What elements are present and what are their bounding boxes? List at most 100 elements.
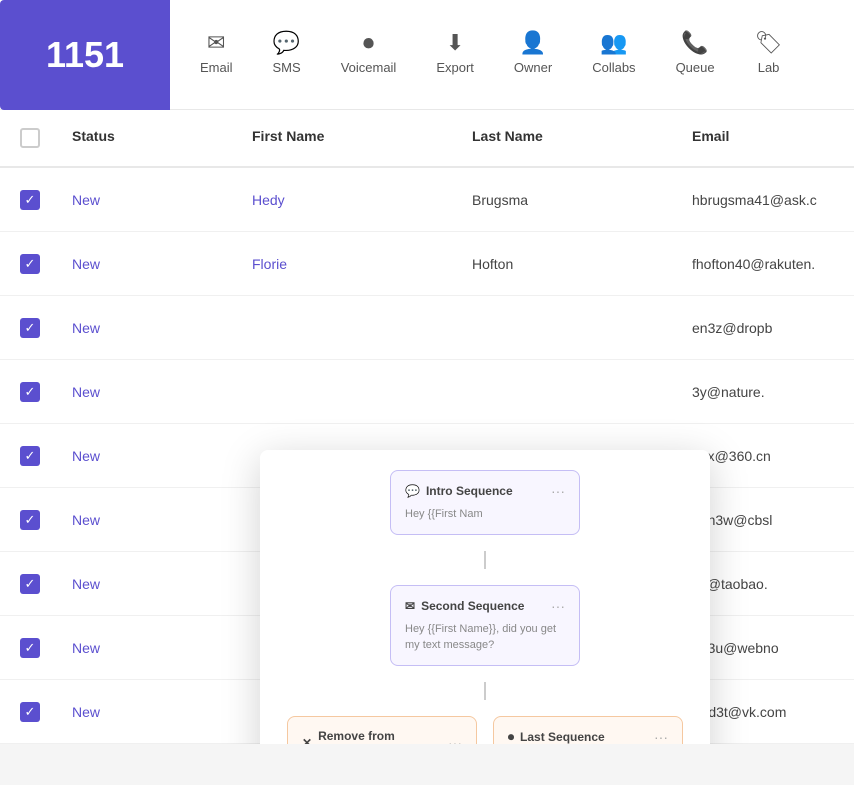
connector-1 (280, 551, 690, 569)
select-all-checkbox[interactable] (20, 128, 40, 148)
row-checkbox[interactable]: ✓ (0, 240, 60, 288)
remove-label: Remove from Cadence (318, 729, 448, 744)
flow-card-intro-title: 💬 Intro Sequence (405, 484, 513, 498)
row-checkbox[interactable]: ✓ (0, 304, 60, 352)
second-sequence-label: Second Sequence (421, 599, 524, 613)
col-status: Status (60, 122, 240, 154)
intro-menu-icon[interactable]: ··· (551, 483, 565, 499)
col-checkbox[interactable] (0, 122, 60, 154)
last-name (460, 378, 680, 406)
nav-email[interactable]: ✉ Email (180, 0, 253, 109)
export-icon: ⬇ (446, 32, 464, 54)
second-menu-icon[interactable]: ··· (551, 598, 565, 614)
lab-icon: 🏷 (755, 32, 783, 54)
status-badge: New (60, 370, 240, 414)
header: 1151 ✉ Email 💬 SMS ⏺ Voicemail ⬇ Export … (0, 0, 854, 110)
status-badge: New (60, 306, 240, 350)
email: fhofton40@rakuten. (680, 242, 854, 286)
status-badge: New (60, 562, 240, 606)
nav-lab-label: Lab (758, 60, 780, 75)
checked-icon[interactable]: ✓ (20, 382, 40, 402)
nav-sms[interactable]: 💬 SMS (253, 0, 321, 109)
flow-card-intro-header: 💬 Intro Sequence ··· (405, 483, 565, 499)
last-sequence-icon: ⏺ (508, 730, 514, 744)
checked-icon[interactable]: ✓ (20, 510, 40, 530)
nav-email-label: Email (200, 60, 233, 75)
table-container: Status First Name Last Name Email ✓ New … (0, 110, 854, 744)
row-checkbox[interactable]: ✓ (0, 624, 60, 672)
intro-sequence-label: Intro Sequence (426, 484, 513, 498)
badge-count: 1151 (0, 0, 170, 110)
flow-card-last-header: ⏺ Last Sequence ··· (508, 729, 668, 744)
col-last-name: Last Name (460, 122, 680, 154)
flow-row-intro: 💬 Intro Sequence ··· Hey {{First Nam (280, 470, 690, 535)
checked-icon[interactable]: ✓ (20, 254, 40, 274)
owner-icon: 👤 (519, 32, 546, 54)
table-row: ✓ New 3y@nature. (0, 360, 854, 424)
first-name: Florie (240, 242, 460, 286)
queue-icon: 📞 (681, 32, 708, 54)
checked-icon[interactable]: ✓ (20, 318, 40, 338)
nav-export[interactable]: ⬇ Export (416, 0, 494, 109)
row-checkbox[interactable]: ✓ (0, 496, 60, 544)
flow-overlay: 💬 Intro Sequence ··· Hey {{First Nam ✉ S… (260, 450, 710, 744)
voicemail-icon: ⏺ (363, 32, 374, 54)
checked-icon[interactable]: ✓ (20, 638, 40, 658)
table-row: ✓ New Florie Hofton fhofton40@rakuten. (0, 232, 854, 296)
status-badge: New (60, 178, 240, 222)
flow-card-last[interactable]: ⏺ Last Sequence ··· VM drop (493, 716, 683, 744)
nav-queue[interactable]: 📞 Queue (656, 0, 735, 109)
checked-icon[interactable]: ✓ (20, 574, 40, 594)
second-sequence-icon: ✉ (405, 599, 415, 613)
last-name: Hofton (460, 242, 680, 286)
nav-owner[interactable]: 👤 Owner (494, 0, 572, 109)
flow-card-remove-title: ✕ Remove from Cadence (302, 729, 448, 744)
nav-export-label: Export (436, 60, 474, 75)
remove-menu-icon[interactable]: ··· (448, 735, 462, 744)
first-name (240, 314, 460, 342)
nav-owner-label: Owner (514, 60, 552, 75)
nav-voicemail-label: Voicemail (341, 60, 397, 75)
flow-row-second: ✉ Second Sequence ··· Hey {{First Name}}… (280, 585, 690, 666)
nav-sms-label: SMS (273, 60, 301, 75)
remove-icon: ✕ (302, 736, 312, 744)
intro-sequence-icon: 💬 (405, 484, 420, 498)
flow-card-second-header: ✉ Second Sequence ··· (405, 598, 565, 614)
checked-icon[interactable]: ✓ (20, 702, 40, 722)
nav-queue-label: Queue (676, 60, 715, 75)
email: 3y@nature. (680, 370, 854, 414)
nav-voicemail[interactable]: ⏺ Voicemail (321, 0, 417, 109)
connector-line-2 (484, 682, 486, 700)
flow-card-second[interactable]: ✉ Second Sequence ··· Hey {{First Name}}… (390, 585, 580, 666)
row-checkbox[interactable]: ✓ (0, 688, 60, 736)
row-checkbox[interactable]: ✓ (0, 560, 60, 608)
status-badge: New (60, 498, 240, 542)
second-sequence-body: Hey {{First Name}}, did you get my text … (405, 622, 565, 653)
checked-icon[interactable]: ✓ (20, 190, 40, 210)
nav-lab[interactable]: 🏷 Lab (735, 0, 803, 109)
row-checkbox[interactable]: ✓ (0, 432, 60, 480)
last-name: Brugsma (460, 178, 680, 222)
collabs-icon: 👥 (600, 32, 627, 54)
col-email: Email (680, 122, 854, 154)
intro-sequence-body: Hey {{First Nam (405, 507, 565, 522)
status-badge: New (60, 690, 240, 734)
first-name: Hedy (240, 178, 460, 222)
checked-icon[interactable]: ✓ (20, 446, 40, 466)
flow-card-remove[interactable]: ✕ Remove from Cadence ··· Event: linkCli… (287, 716, 477, 744)
last-sequence-label: Last Sequence (520, 730, 605, 744)
last-menu-icon[interactable]: ··· (654, 729, 668, 744)
nav-collabs[interactable]: 👥 Collabs (572, 0, 655, 109)
flow-card-intro[interactable]: 💬 Intro Sequence ··· Hey {{First Nam (390, 470, 580, 535)
status-badge: New (60, 242, 240, 286)
header-nav: ✉ Email 💬 SMS ⏺ Voicemail ⬇ Export 👤 Own… (170, 0, 813, 109)
nav-collabs-label: Collabs (592, 60, 635, 75)
first-name (240, 378, 460, 406)
flow-card-last-title: ⏺ Last Sequence (508, 730, 605, 744)
email: hbrugsma41@ask.c (680, 178, 854, 222)
connector-line (484, 551, 486, 569)
row-checkbox[interactable]: ✓ (0, 176, 60, 224)
row-checkbox[interactable]: ✓ (0, 368, 60, 416)
flow-card-remove-header: ✕ Remove from Cadence ··· (302, 729, 462, 744)
status-badge: New (60, 434, 240, 478)
